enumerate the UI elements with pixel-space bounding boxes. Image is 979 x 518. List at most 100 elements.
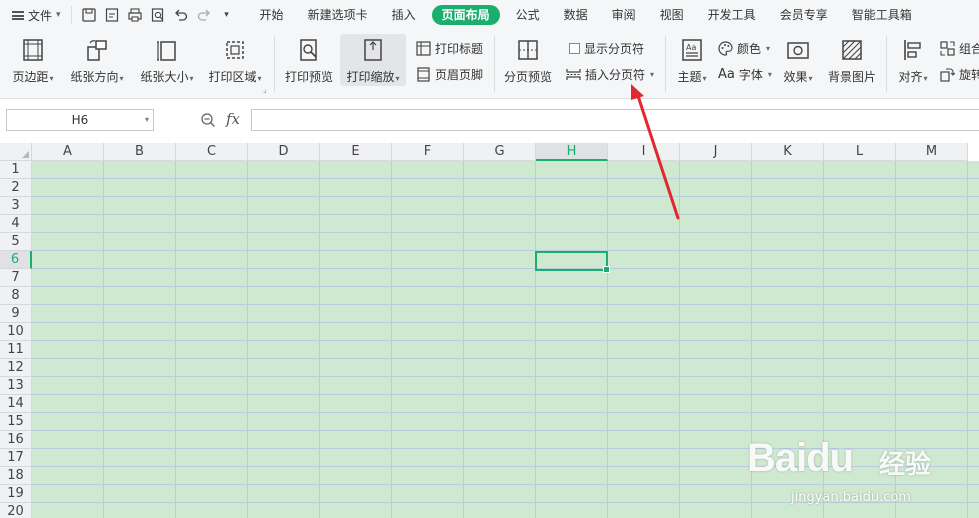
zoom-icon[interactable] [200,112,216,128]
ribbon-divider [665,36,666,92]
column-header-f[interactable]: F [392,143,464,161]
page-setup-launcher-icon[interactable]: ⌟ [263,85,267,94]
column-header-a[interactable]: A [32,143,104,161]
ribbon-divider [274,36,275,92]
print-preview-icon[interactable] [151,8,165,22]
print-preview-button[interactable]: 打印预览 [282,30,336,85]
colors-label: 颜色 [737,42,762,56]
orientation-label: 纸张方向 [70,70,119,84]
tab-page-layout[interactable]: 页面布局 [431,5,500,25]
fonts-button[interactable]: Aa 字体 ▾ [718,66,772,83]
hamburger-icon [12,10,24,20]
tab-data[interactable]: 数据 [552,0,600,30]
row-header-4[interactable]: 4 [0,215,32,233]
column-header-b[interactable]: B [104,143,176,161]
orientation-button[interactable]: 纸张方向▾ [66,30,128,85]
effects-icon [787,42,809,59]
ribbon-divider [494,36,495,92]
active-cell[interactable] [535,251,610,273]
row-header-19[interactable]: 19 [0,485,32,503]
row-header-1[interactable]: 1 [0,161,32,179]
undo-icon[interactable] [174,8,188,22]
row-header-8[interactable]: 8 [0,287,32,305]
column-header-g[interactable]: G [464,143,536,161]
tab-insert[interactable]: 插入 [380,0,428,30]
colors-button[interactable]: 颜色 ▾ [718,40,770,57]
row-header-9[interactable]: 9 [0,305,32,323]
tab-formulas[interactable]: 公式 [504,0,552,30]
row-header-10[interactable]: 10 [0,323,32,341]
row-header-16[interactable]: 16 [0,431,32,449]
print-scale-label: 打印缩放 [346,70,395,84]
column-header-j[interactable]: J [680,143,752,161]
print-preview-icon [300,39,317,61]
column-header-m[interactable]: M [896,143,968,161]
customize-toolbar-icon[interactable]: ▾ [220,8,234,22]
print-icon[interactable] [127,8,142,22]
checkbox-box[interactable] [569,43,580,54]
row-header-6[interactable]: 6 [0,251,32,269]
print-scale-button[interactable]: 打印缩放▾ [340,34,406,86]
column-header-e[interactable]: E [320,143,392,161]
tab-smart-toolbox[interactable]: 智能工具箱 [840,0,924,30]
print-area-button[interactable]: 打印区域▾ [204,30,266,85]
column-header-d[interactable]: D [248,143,320,161]
insert-function-button[interactable]: fx [226,110,240,128]
paper-size-icon [157,41,176,61]
show-page-breaks-checkbox[interactable]: 显示分页符 [569,40,644,57]
redo-icon[interactable] [197,8,211,22]
background-image-label: 背景图片 [827,70,876,84]
row-header-13[interactable]: 13 [0,377,32,395]
align-button[interactable]: 对齐▾ [893,30,933,85]
paper-size-button[interactable]: 纸张大小▾ [136,30,198,85]
tab-home[interactable]: 开始 [248,0,296,30]
row-header-12[interactable]: 12 [0,359,32,377]
header-footer-button[interactable]: 页眉页脚 [416,66,483,83]
background-image-button[interactable]: 背景图片 [824,30,880,85]
theme-button[interactable]: Aa 主题▾ [672,30,712,85]
row-header-17[interactable]: 17 [0,449,32,467]
tab-developer[interactable]: 开发工具 [696,0,768,30]
row-header-14[interactable]: 14 [0,395,32,413]
row-header-2[interactable]: 2 [0,179,32,197]
row-header-20[interactable]: 20 [0,503,32,518]
row-header-7[interactable]: 7 [0,269,32,287]
row-header-15[interactable]: 15 [0,413,32,431]
effects-button[interactable]: 效果▾ [778,30,818,85]
chevron-down-icon: ▾ [767,70,772,79]
row-header-11[interactable]: 11 [0,341,32,359]
export-pdf-icon[interactable] [105,8,119,22]
tab-new[interactable]: 新建选项卡 [296,0,380,30]
chevron-down-icon: ▾ [923,74,928,83]
row-header-5[interactable]: 5 [0,233,32,251]
save-icon[interactable] [81,8,96,22]
tab-review[interactable]: 审阅 [600,0,648,30]
theme-icon: Aa [682,39,702,61]
insert-page-break-button[interactable]: 插入分页符 ▾ [566,66,654,83]
insert-page-break-icon [566,69,581,80]
paper-size-label: 纸张大小 [140,70,189,84]
watermark-url: jingyan.baidu.com [791,490,911,505]
column-header-c[interactable]: C [176,143,248,161]
column-header-i[interactable]: I [608,143,680,161]
tab-view[interactable]: 视图 [648,0,696,30]
tab-member[interactable]: 会员专享 [768,0,840,30]
column-header-l[interactable]: L [824,143,896,161]
formula-input[interactable] [251,109,979,131]
select-all-button[interactable] [0,143,32,161]
page-break-preview-button[interactable]: 分页预览 [502,30,554,85]
row-header-3[interactable]: 3 [0,197,32,215]
group-button[interactable]: 组合 [940,40,979,57]
row-header-18[interactable]: 18 [0,467,32,485]
baidu-jingyan-watermark: Baidu 经验 jingyan.baidu.com [731,432,961,518]
fill-handle[interactable] [603,266,610,273]
rotate-button[interactable]: 旋转 [940,66,979,83]
file-menu-button[interactable]: 文件 ▾ [0,0,71,30]
print-titles-button[interactable]: 打印标题 [416,40,483,57]
column-header-h[interactable]: H [536,143,608,161]
name-box[interactable]: H6 ▾ [6,109,154,131]
chevron-down-icon: ▾ [49,74,54,83]
margins-button[interactable]: 页边距▾ [8,30,58,85]
chevron-down-icon[interactable]: ▾ [145,110,149,130]
column-header-k[interactable]: K [752,143,824,161]
